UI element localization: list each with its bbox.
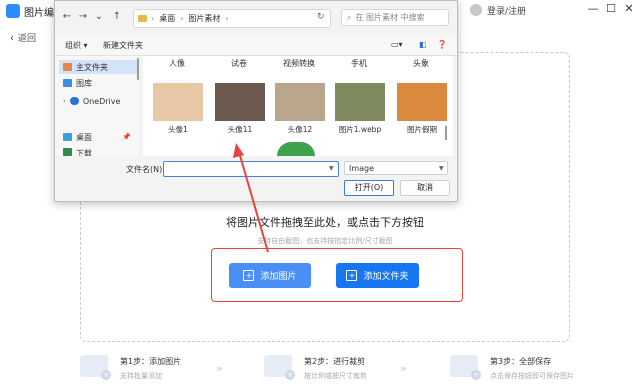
nav-item-downloads[interactable]: 下载 (59, 148, 137, 156)
content-scrollbar[interactable] (445, 126, 447, 140)
search-icon: ⌕ (347, 12, 352, 22)
chevron-right-icon: › (63, 97, 66, 105)
file-name: 头像11 (227, 125, 253, 134)
dialog-footer: 文件名(N): ▼ Image ▼ 打开(O) 取消 (55, 156, 457, 201)
address-bar[interactable]: › 桌面 › 图片素材 › (133, 9, 331, 28)
file-thumbnail[interactable] (153, 83, 203, 121)
nav-item-label: 主文件夹 (76, 62, 108, 72)
nav-item-label: 桌面 (76, 132, 92, 142)
folder-label[interactable]: 头象 (391, 58, 451, 69)
step-3-title: 第3步：全部保存 (490, 357, 552, 366)
preview-pane-icon[interactable]: ◧ (419, 40, 427, 49)
nav-item-home[interactable]: 主文件夹 (59, 60, 137, 74)
breadcrumb-folder[interactable]: 图片素材 (188, 13, 220, 24)
nav-item-label: 图库 (76, 78, 92, 88)
open-button[interactable]: 打开(O) (344, 180, 394, 196)
image-add-icon: + (80, 355, 111, 380)
step-1-desc: 支持批量添加 (120, 372, 162, 380)
help-icon[interactable]: ❓ (437, 40, 447, 49)
image-save-icon: + (450, 355, 481, 380)
navigation-pane: 主文件夹 图库 › OneDrive 桌面 📌 下载 (55, 56, 139, 156)
drop-zone-subtitle: 支持自由截图，也支持按指定比例/尺寸截图 (257, 237, 393, 245)
file-thumbnail[interactable] (335, 83, 385, 121)
file-thumbnail[interactable] (277, 142, 315, 156)
cloud-icon (69, 97, 79, 105)
double-chevron-icon: » (216, 362, 223, 375)
file-name: 图片1.webp (338, 125, 382, 134)
filename-label: 文件名(N): (126, 165, 165, 174)
search-placeholder: 在 图片素材 中搜索 (355, 13, 425, 22)
folder-icon (138, 15, 147, 22)
plus-icon: + (346, 270, 358, 281)
back-button[interactable]: ‹ 返回 (10, 31, 36, 44)
download-icon (63, 148, 72, 156)
minimize-icon[interactable]: — (586, 2, 600, 15)
new-folder-button[interactable]: 新建文件夹 (103, 40, 143, 51)
step-2-title: 第2步：进行裁剪 (304, 357, 366, 366)
plus-icon: + (243, 270, 255, 281)
gallery-icon (63, 79, 72, 87)
add-image-button[interactable]: + 添加图片 (229, 263, 311, 288)
restore-icon[interactable]: ☐ (604, 2, 618, 15)
step-2-desc: 按比例或按尺寸裁剪 (304, 372, 367, 380)
double-chevron-icon: » (400, 362, 407, 375)
file-open-dialog: ← → ⌄ ↑ › 桌面 › 图片素材 › ↻ ⌕ 在 图片素材 中搜索 组织 … (54, 0, 458, 202)
chevron-left-icon: ‹ (10, 33, 14, 44)
close-icon[interactable]: ✕ (622, 2, 636, 15)
forward-arrow-icon[interactable]: → (77, 11, 89, 22)
search-input[interactable]: ⌕ 在 图片素材 中搜索 (341, 9, 449, 26)
folder-label[interactable]: 视频转换 (269, 58, 329, 69)
user-avatar[interactable] (470, 4, 482, 16)
file-list: 人像 试卷 视频转换 手机 头象 头像1 头像11 头像12 图片1.webp … (143, 56, 453, 156)
file-name: 头像1 (168, 125, 188, 134)
nav-item-label: 下载 (76, 149, 92, 156)
chevron-down-icon[interactable]: ▼ (329, 165, 334, 172)
login-link[interactable]: 登录/注册 (487, 4, 526, 17)
app-logo-icon (6, 4, 20, 18)
drop-zone-title: 将图片文件拖拽至此处，或点击下方按钮 (226, 216, 424, 229)
file-thumbnail[interactable] (215, 83, 265, 121)
organize-menu[interactable]: 组织 ▾ (65, 40, 88, 51)
folder-label[interactable]: 人像 (147, 58, 207, 69)
refresh-icon[interactable]: ↻ (317, 12, 325, 22)
nav-item-label: OneDrive (82, 96, 121, 106)
step-1-title: 第1步：添加图片 (120, 357, 182, 366)
view-icon[interactable]: ▭▾ (391, 40, 403, 49)
add-folder-button[interactable]: + 添加文件夹 (336, 263, 419, 288)
filename-input[interactable] (163, 161, 339, 177)
step-3-desc: 点击保存按钮即可保存图片 (490, 372, 574, 380)
breadcrumb-desktop[interactable]: 桌面 (159, 13, 175, 24)
folder-label[interactable]: 试卷 (209, 58, 269, 69)
nav-item-desktop[interactable]: 桌面 📌 (59, 130, 137, 144)
dialog-nav-row: ← → ⌄ ↑ › 桌面 › 图片素材 › ↻ ⌕ 在 图片素材 中搜索 (55, 9, 457, 28)
pin-icon[interactable]: 📌 (122, 133, 131, 141)
up-arrow-icon[interactable]: ↑ (111, 11, 123, 22)
desktop-icon (63, 133, 72, 141)
chevron-down-icon[interactable]: ⌄ (93, 11, 105, 22)
add-image-label: 添加图片 (260, 272, 297, 282)
home-icon (63, 63, 72, 71)
cancel-button[interactable]: 取消 (400, 180, 450, 196)
chevron-down-icon[interactable]: ▼ (439, 165, 444, 172)
nav-item-gallery[interactable]: 图库 (59, 76, 137, 90)
back-label: 返回 (18, 34, 37, 44)
file-name: 头像12 (287, 125, 313, 134)
nav-scrollbar[interactable] (137, 58, 139, 80)
file-thumbnail[interactable] (275, 83, 325, 121)
file-type-select[interactable]: Image (344, 161, 448, 175)
command-bar: 组织 ▾ 新建文件夹 ▭▾ ◧ ❓ (55, 35, 457, 56)
nav-item-onedrive[interactable]: › OneDrive (59, 94, 137, 108)
image-crop-icon: + (264, 355, 295, 380)
folder-label[interactable]: 手机 (329, 58, 389, 69)
back-arrow-icon[interactable]: ← (61, 11, 73, 22)
file-thumbnail[interactable] (397, 83, 447, 121)
add-folder-label: 添加文件夹 (363, 272, 409, 282)
